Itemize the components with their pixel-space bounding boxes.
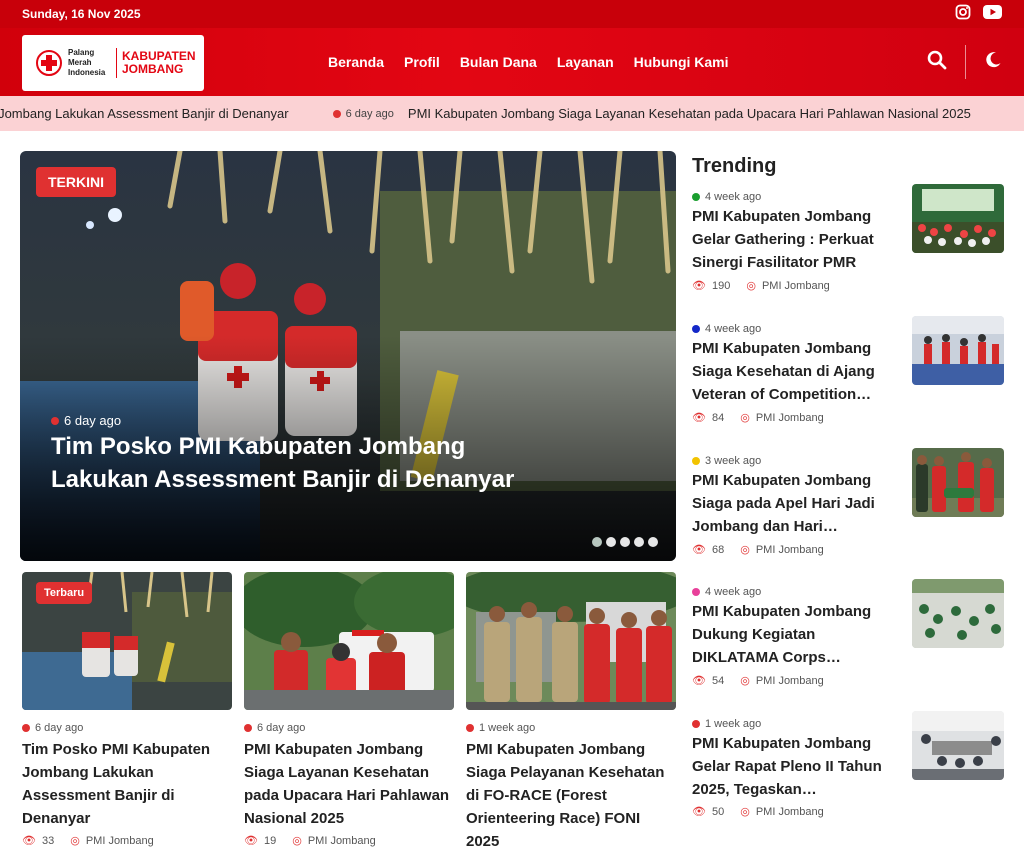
user-icon: ◎ bbox=[292, 835, 302, 847]
trending-meta: 4 week ago bbox=[692, 191, 761, 203]
instagram-icon[interactable] bbox=[955, 4, 971, 25]
eye-icon: 👁 bbox=[692, 675, 706, 687]
card-meta: 1 week ago bbox=[466, 722, 535, 734]
news-card[interactable]: 6 day ago PMI Kabupaten Jombang Siaga La… bbox=[244, 572, 454, 847]
red-dot-icon bbox=[692, 720, 700, 728]
hero-slider[interactable]: TERKINI 6 day ago Tim Posko PMI Kabupate… bbox=[20, 151, 676, 561]
slider-dots bbox=[592, 537, 658, 547]
hero-title[interactable]: Tim Posko PMI Kabupaten Jombang Lakukan … bbox=[51, 430, 521, 496]
trending-title[interactable]: PMI Kabupaten Jombang Dukung Kegiatan DI… bbox=[692, 600, 892, 669]
card-title[interactable]: PMI Kabupaten Jombang Siaga Pelayanan Ke… bbox=[466, 738, 676, 850]
trending-stats: 👁 68 ◎ PMI Jombang bbox=[692, 543, 824, 557]
card-meta: 6 day ago bbox=[244, 722, 305, 734]
header-actions bbox=[927, 28, 1002, 96]
eye-icon: 👁 bbox=[692, 544, 706, 556]
news-card[interactable]: Terbaru 6 day ago Tim Posko PMI Kabupate… bbox=[22, 572, 232, 847]
card-title[interactable]: PMI Kabupaten Jombang Siaga Layanan Kese… bbox=[244, 738, 454, 830]
hero-meta: 6 day ago bbox=[51, 413, 121, 428]
blue-dot-icon bbox=[692, 325, 700, 333]
card-stats: 👁 19 ◎ PMI Jombang bbox=[244, 834, 376, 848]
pink-dot-icon bbox=[692, 588, 700, 596]
user-icon: ◎ bbox=[746, 280, 756, 292]
user-icon: ◎ bbox=[70, 835, 80, 847]
search-icon[interactable] bbox=[927, 50, 947, 75]
eye-icon: 👁 bbox=[692, 412, 706, 424]
top-bar: Sunday, 16 Nov 2025 bbox=[0, 0, 1024, 28]
trending-thumbnail[interactable] bbox=[912, 316, 1004, 385]
red-dot-icon bbox=[244, 724, 252, 732]
hero-image bbox=[20, 151, 676, 561]
nav-bulan-dana[interactable]: Bulan Dana bbox=[460, 54, 537, 70]
nav-beranda[interactable]: Beranda bbox=[328, 54, 384, 70]
slider-dot[interactable] bbox=[634, 537, 644, 547]
slider-dot[interactable] bbox=[648, 537, 658, 547]
eye-icon: 👁 bbox=[692, 806, 706, 818]
yellow-dot-icon bbox=[692, 457, 700, 465]
ticker-item-time: 6 day ago bbox=[332, 108, 394, 120]
trending-title[interactable]: PMI Kabupaten Jombang Gelar Gathering : … bbox=[692, 205, 892, 274]
trending-stats: 👁 190 ◎ PMI Jombang bbox=[692, 279, 830, 293]
nav-profil[interactable]: Profil bbox=[404, 54, 440, 70]
green-dot-icon bbox=[692, 193, 700, 201]
user-icon: ◎ bbox=[740, 806, 750, 818]
trending-stats: 👁 54 ◎ PMI Jombang bbox=[692, 674, 824, 688]
red-dot-icon bbox=[22, 724, 30, 732]
nav-hubungi-kami[interactable]: Hubungi Kami bbox=[634, 54, 729, 70]
red-cross-logo-icon bbox=[36, 50, 62, 76]
logo-region-name: KABUPATEN JOMBANG bbox=[122, 49, 196, 76]
main-nav: Beranda Profil Bulan Dana Layanan Hubung… bbox=[328, 28, 729, 96]
nav-layanan[interactable]: Layanan bbox=[557, 54, 614, 70]
trending-title[interactable]: PMI Kabupaten Jombang Siaga pada Apel Ha… bbox=[692, 469, 892, 538]
trending-title[interactable]: PMI Kabupaten Jombang Gelar Rapat Pleno … bbox=[692, 732, 892, 801]
moon-icon[interactable] bbox=[984, 51, 1002, 74]
ticker-item[interactable]: PMI Kabupaten Jombang Siaga Layanan Kese… bbox=[408, 106, 971, 121]
red-dot-icon bbox=[466, 724, 474, 732]
trending-thumbnail[interactable] bbox=[912, 579, 1004, 648]
trending-heading: Trending bbox=[692, 155, 777, 177]
trending-stats: 👁 84 ◎ PMI Jombang bbox=[692, 411, 824, 425]
trending-thumbnail[interactable] bbox=[912, 184, 1004, 253]
card-stats: 👁 33 ◎ PMI Jombang bbox=[22, 834, 154, 848]
main-header: Palang Merah Indonesia KABUPATEN JOMBANG… bbox=[0, 28, 1024, 96]
news-card[interactable]: 1 week ago PMI Kabupaten Jombang Siaga P… bbox=[466, 572, 676, 850]
card-thumbnail[interactable]: Terbaru bbox=[22, 572, 232, 710]
eye-icon: 👁 bbox=[22, 835, 36, 847]
trending-title[interactable]: PMI Kabupaten Jombang Siaga Kesehatan di… bbox=[692, 337, 892, 406]
user-icon: ◎ bbox=[740, 675, 750, 687]
card-meta: 6 day ago bbox=[22, 722, 83, 734]
news-ticker: en Jombang Lakukan Assessment Banjir di … bbox=[0, 96, 1024, 131]
trending-meta: 4 week ago bbox=[692, 586, 761, 598]
current-date: Sunday, 16 Nov 2025 bbox=[22, 7, 141, 21]
card-thumbnail[interactable] bbox=[466, 572, 676, 710]
user-icon: ◎ bbox=[740, 544, 750, 556]
youtube-icon[interactable] bbox=[983, 4, 1002, 24]
red-dot-icon bbox=[332, 109, 341, 118]
card-title[interactable]: Tim Posko PMI Kabupaten Jombang Lakukan … bbox=[22, 738, 232, 830]
slider-dot[interactable] bbox=[592, 537, 602, 547]
hero-badge: TERKINI bbox=[36, 167, 116, 197]
trending-meta: 4 week ago bbox=[692, 323, 761, 335]
logo-org-name: Palang Merah Indonesia bbox=[68, 48, 106, 77]
social-links bbox=[955, 4, 1002, 25]
trending-thumbnail[interactable] bbox=[912, 711, 1004, 780]
ticker-item[interactable]: en Jombang Lakukan Assessment Banjir di … bbox=[0, 106, 289, 121]
slider-dot[interactable] bbox=[620, 537, 630, 547]
eye-icon: 👁 bbox=[244, 835, 258, 847]
card-thumbnail[interactable] bbox=[244, 572, 454, 710]
trending-thumbnail[interactable] bbox=[912, 448, 1004, 517]
trending-meta: 3 week ago bbox=[692, 455, 761, 467]
user-icon: ◎ bbox=[740, 412, 750, 424]
eye-icon: 👁 bbox=[692, 280, 706, 292]
trending-stats: 👁 50 ◎ PMI Jombang bbox=[692, 805, 824, 819]
site-logo[interactable]: Palang Merah Indonesia KABUPATEN JOMBANG bbox=[22, 35, 204, 91]
trending-meta: 1 week ago bbox=[692, 718, 761, 730]
slider-dot[interactable] bbox=[606, 537, 616, 547]
card-badge: Terbaru bbox=[36, 582, 93, 604]
red-dot-icon bbox=[51, 416, 59, 425]
